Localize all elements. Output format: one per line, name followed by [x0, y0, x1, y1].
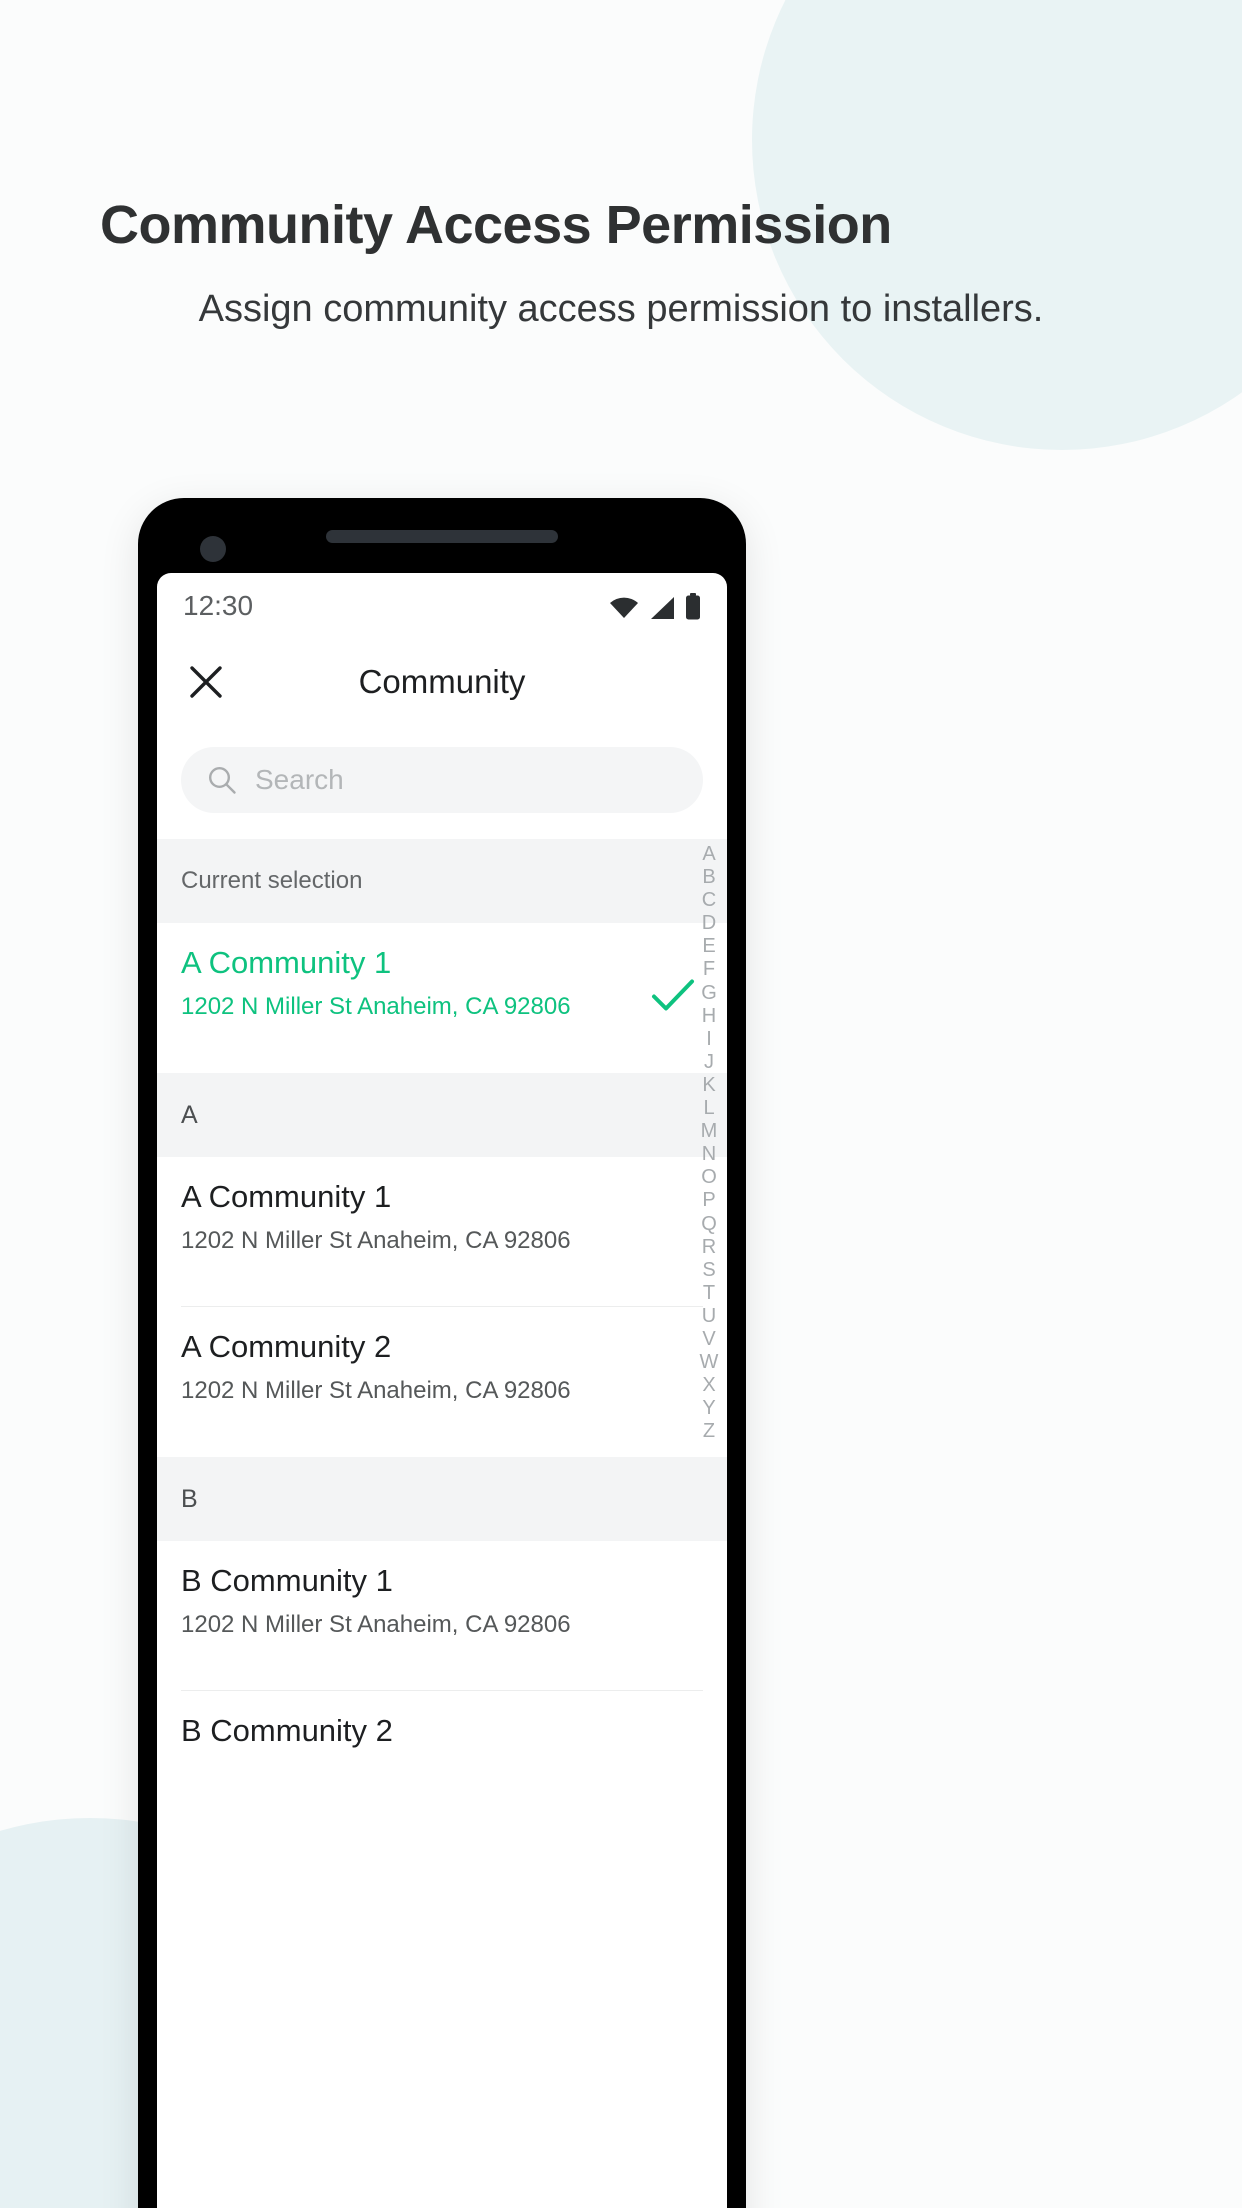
section-header-current-selection: Current selection	[157, 839, 727, 923]
alpha-index-letter[interactable]: R	[702, 1236, 716, 1259]
app-bar-title: Community	[358, 663, 526, 700]
alpha-index-letter[interactable]: B	[702, 866, 715, 889]
alpha-index-letter[interactable]: Q	[701, 1213, 717, 1236]
alpha-index-letter[interactable]: E	[702, 935, 715, 958]
list-item[interactable]: B Community 1 1202 N Miller St Anaheim, …	[157, 1541, 727, 1691]
alpha-index-letter[interactable]: U	[702, 1305, 716, 1328]
list-item[interactable]: B Community 2	[157, 1691, 727, 1841]
list-item[interactable]: A Community 1 1202 N Miller St Anaheim, …	[157, 1157, 727, 1307]
section-header-a: A	[157, 1073, 727, 1157]
battery-icon	[686, 592, 700, 619]
alphabet-index[interactable]: A B C D E F G H I J K L M N O P Q R S T …	[695, 843, 723, 1443]
alpha-index-letter[interactable]: O	[701, 1166, 717, 1189]
alpha-index-letter[interactable]: W	[700, 1351, 719, 1374]
alpha-index-letter[interactable]: H	[702, 1005, 716, 1028]
alpha-index-letter[interactable]: Z	[703, 1420, 715, 1443]
search-input[interactable]: Search	[181, 747, 703, 813]
community-address: 1202 N Miller St Anaheim, CA 92806	[181, 1227, 571, 1254]
community-list[interactable]: A B C D E F G H I J K L M N O P Q R S T …	[157, 839, 727, 2208]
wifi-icon	[610, 597, 638, 618]
alpha-index-letter[interactable]: I	[706, 1028, 712, 1051]
alpha-index-letter[interactable]: A	[702, 843, 715, 866]
community-name: B Community 2	[181, 1713, 393, 1748]
alpha-index-letter[interactable]: P	[702, 1189, 715, 1212]
status-bar: 12:30	[157, 573, 727, 639]
community-address: 1202 N Miller St Anaheim, CA 92806	[181, 993, 571, 1020]
promo-page: Community Access Permission Assign commu…	[0, 0, 1242, 2208]
cellular-signal-icon	[651, 596, 674, 619]
alpha-index-letter[interactable]: C	[702, 889, 716, 912]
status-time: 12:30	[183, 590, 254, 621]
phone-camera	[200, 536, 226, 562]
alpha-index-letter[interactable]: M	[701, 1120, 718, 1143]
alpha-index-letter[interactable]: L	[703, 1097, 714, 1120]
community-name: A Community 2	[181, 1329, 392, 1364]
community-address: 1202 N Miller St Anaheim, CA 92806	[181, 1611, 571, 1638]
status-icon-group	[609, 592, 701, 620]
phone-mockup: 12:30 Community Search A B C D E F G H I…	[138, 498, 746, 2208]
alpha-index-letter[interactable]: V	[702, 1328, 715, 1351]
alpha-index-letter[interactable]: J	[704, 1051, 714, 1074]
alpha-index-letter[interactable]: Y	[702, 1397, 715, 1420]
alpha-index-letter[interactable]: X	[702, 1374, 715, 1397]
list-item[interactable]: A Community 2 1202 N Miller St Anaheim, …	[157, 1307, 727, 1457]
close-button[interactable]	[183, 659, 229, 705]
search-zone: Search	[157, 725, 727, 839]
close-icon	[190, 666, 222, 698]
search-placeholder: Search	[255, 764, 344, 795]
phone-screen: 12:30 Community Search A B C D E F G H I…	[157, 573, 727, 2208]
alpha-index-letter[interactable]: S	[702, 1259, 715, 1282]
app-bar: Community	[157, 639, 727, 725]
promo-text-block: Community Access Permission Assign commu…	[0, 192, 1242, 335]
community-name: A Community 1	[181, 945, 392, 980]
alpha-index-letter[interactable]: K	[702, 1074, 715, 1097]
community-name: B Community 1	[181, 1563, 393, 1598]
check-icon	[651, 979, 695, 1018]
community-name: A Community 1	[181, 1179, 392, 1214]
search-icon	[208, 766, 236, 794]
page-subtitle: Assign community access permission to in…	[198, 287, 1044, 330]
phone-speaker	[326, 530, 558, 543]
alpha-index-letter[interactable]: G	[701, 982, 717, 1005]
page-title: Community Access Permission	[100, 195, 892, 255]
alpha-index-letter[interactable]: D	[702, 912, 716, 935]
list-item[interactable]: A Community 1 1202 N Miller St Anaheim, …	[157, 923, 727, 1073]
alpha-index-letter[interactable]: F	[703, 958, 715, 981]
alpha-index-letter[interactable]: N	[702, 1143, 716, 1166]
section-header-b: B	[157, 1457, 727, 1541]
alpha-index-letter[interactable]: T	[703, 1282, 715, 1305]
community-address: 1202 N Miller St Anaheim, CA 92806	[181, 1377, 571, 1404]
